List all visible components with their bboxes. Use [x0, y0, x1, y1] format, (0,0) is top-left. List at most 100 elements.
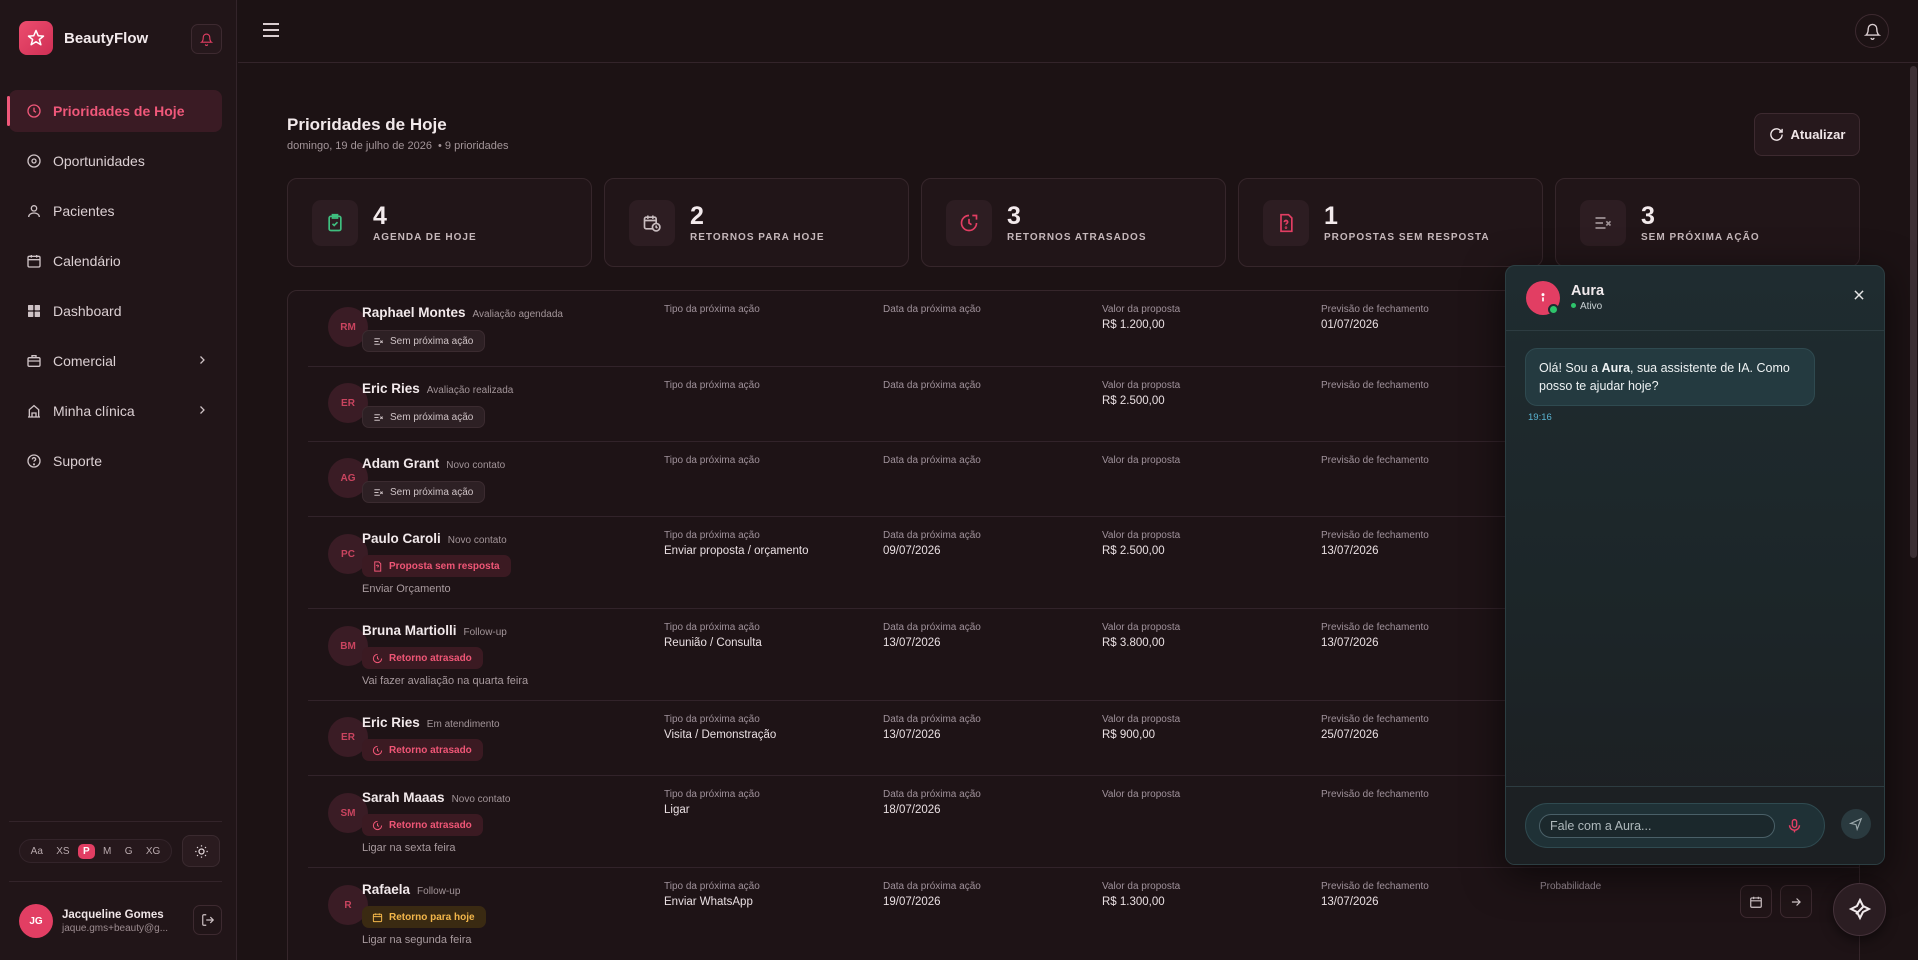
- patient-stage: Avaliação agendada: [472, 309, 563, 320]
- patient-stage: Novo contato: [447, 535, 507, 546]
- proposal-value: R$ 1.300,00: [1102, 896, 1165, 908]
- sidebar-item-label: Minha clínica: [53, 403, 135, 419]
- sidebar-item-suporte[interactable]: Suporte: [9, 440, 222, 482]
- kpi-agenda-hoje[interactable]: 4 AGENDA DE HOJE: [287, 178, 592, 267]
- col-label-next-date: Data da próxima ação: [883, 380, 981, 391]
- sidebar-item-label: Oportunidades: [53, 153, 145, 169]
- sun-icon: [194, 844, 208, 858]
- sidebar-item-pacientes[interactable]: Pacientes: [9, 190, 222, 232]
- chat-footer: [1506, 786, 1884, 864]
- proposal-value: R$ 2.500,00: [1102, 545, 1165, 557]
- mic-button[interactable]: [1786, 817, 1803, 840]
- col-label-next-date: Data da próxima ação: [883, 530, 981, 541]
- sidebar-item-label: Comercial: [53, 353, 117, 369]
- table-row[interactable]: R Rafaela Follow-up Retorno para hoje Lig…: [308, 868, 1859, 960]
- proposal-value: R$ 1.200,00: [1102, 319, 1165, 331]
- star-logo-icon: [19, 21, 53, 55]
- sidebar-item-calendario[interactable]: Calendário: [9, 240, 222, 282]
- user-icon: [25, 202, 43, 220]
- col-label-closing: Previsão de fechamento: [1321, 530, 1429, 541]
- building-icon: [25, 402, 43, 420]
- patient-note: Ligar na segunda feira: [362, 934, 472, 946]
- priority-count: • 9 prioridades: [438, 140, 509, 152]
- divider: [9, 821, 222, 822]
- col-label-next-date: Data da próxima ação: [883, 455, 981, 466]
- font-size-m[interactable]: M: [98, 844, 116, 859]
- brand[interactable]: BeautyFlow: [19, 21, 148, 55]
- kpi-retornos-atrasados[interactable]: 3 RETORNOS ATRASADOS: [921, 178, 1226, 267]
- patient-name[interactable]: Sarah Maaas: [362, 790, 445, 805]
- closing-value: 13/07/2026: [1321, 545, 1379, 557]
- kpi-retornos-hoje[interactable]: 2 RETORNOS PARA HOJE: [604, 178, 909, 267]
- logout-button[interactable]: [193, 905, 222, 935]
- font-size-p[interactable]: P: [77, 843, 95, 859]
- patient-name[interactable]: Paulo Caroli: [362, 531, 441, 546]
- sidebar-notifications-button[interactable]: [191, 24, 222, 54]
- chat-input[interactable]: [1539, 814, 1775, 838]
- patient-name-group: Sarah Maaas Novo contato: [362, 790, 511, 805]
- sidebar-item-comercial[interactable]: Comercial: [9, 340, 222, 382]
- patient-name[interactable]: Rafaela: [362, 882, 410, 897]
- sidebar-item-oportunidades[interactable]: Oportunidades: [9, 140, 222, 182]
- patient-name-group: Eric Ries Avaliação realizada: [362, 381, 513, 396]
- closing-value: 01/07/2026: [1321, 319, 1379, 331]
- kpi-propostas-sem-resposta[interactable]: 1 PROPOSTAS SEM RESPOSTA: [1238, 178, 1543, 267]
- user-profile[interactable]: JG Jacqueline Gomes jaque.gms+beauty@g..…: [19, 904, 168, 938]
- divider: [9, 881, 222, 882]
- col-label-next-date: Data da próxima ação: [883, 304, 981, 315]
- list-x-icon: [374, 337, 383, 345]
- open-button[interactable]: [1780, 885, 1812, 918]
- sidebar-item-prioridades[interactable]: Prioridades de Hoje: [7, 90, 222, 132]
- chat-header: Aura Ativo: [1506, 266, 1884, 331]
- font-size-xg[interactable]: XG: [141, 844, 165, 859]
- patient-name[interactable]: Adam Grant: [362, 456, 439, 471]
- patient-name[interactable]: Bruna Martiolli: [362, 623, 457, 638]
- menu-toggle-button[interactable]: [262, 22, 280, 43]
- next-date-value: 09/07/2026: [883, 545, 941, 557]
- col-label-closing: Previsão de fechamento: [1321, 881, 1429, 892]
- col-label-proposal: Valor da proposta: [1102, 304, 1181, 315]
- next-type-value: Enviar proposta / orçamento: [664, 545, 809, 557]
- badge-label: Sem próxima ação: [390, 486, 474, 498]
- notifications-button[interactable]: [1855, 14, 1889, 48]
- patient-note: Ligar na sexta feira: [362, 842, 456, 854]
- list-x-icon: [374, 488, 383, 496]
- ai-chat-panel: Aura Ativo Olá! Sou a Aura, sua assisten…: [1505, 265, 1885, 865]
- patient-name[interactable]: Eric Ries: [362, 715, 420, 730]
- send-button[interactable]: [1841, 809, 1871, 839]
- font-size-g[interactable]: G: [120, 844, 138, 859]
- kpi-sem-proxima-acao[interactable]: 3 SEM PRÓXIMA AÇÃO: [1555, 178, 1860, 267]
- theme-toggle-button[interactable]: [182, 835, 220, 867]
- font-size-xs[interactable]: XS: [51, 844, 74, 859]
- kpi-label: SEM PRÓXIMA AÇÃO: [1641, 232, 1760, 243]
- refresh-button[interactable]: Atualizar: [1754, 113, 1860, 156]
- close-chat-button[interactable]: [1852, 288, 1866, 307]
- badge-label: Retorno atrasado: [389, 819, 472, 831]
- kpi-cards: 4 AGENDA DE HOJE 2 RETORNOS PARA HOJE 3 RET…: [287, 178, 1860, 267]
- sidebar-item-dashboard[interactable]: Dashboard: [9, 290, 222, 332]
- status-badge: Sem próxima ação: [362, 330, 486, 352]
- ai-assistant-fab[interactable]: [1833, 883, 1886, 936]
- sidebar-item-label: Dashboard: [53, 303, 122, 319]
- patient-name[interactable]: Eric Ries: [362, 381, 420, 396]
- font-size-label: Aa: [30, 845, 43, 857]
- bell-icon: [1863, 23, 1881, 40]
- clock-alert-icon: [372, 653, 383, 663]
- message-text: Olá! Sou a: [1539, 361, 1602, 375]
- sidebar-item-minha-clinica[interactable]: Minha clínica: [9, 390, 222, 432]
- scrollbar-thumb[interactable]: [1910, 66, 1917, 558]
- col-label-probability: Probabilidade: [1540, 881, 1602, 892]
- page-title: Prioridades de Hoje: [287, 115, 447, 134]
- sidebar: BeautyFlow Prioridades de Hoje Oportunid…: [0, 0, 237, 960]
- next-type-value: Reunião / Consulta: [664, 637, 762, 649]
- col-label-proposal: Valor da proposta: [1102, 380, 1181, 391]
- file-question-icon: [1263, 199, 1309, 246]
- patient-stage: Avaliação realizada: [426, 385, 514, 396]
- next-type-value: Ligar: [664, 804, 690, 816]
- col-label-proposal: Valor da proposta: [1102, 714, 1181, 725]
- kpi-label: AGENDA DE HOJE: [373, 232, 477, 243]
- schedule-button[interactable]: [1740, 885, 1772, 918]
- info-icon: [1541, 293, 1545, 302]
- help-icon: [25, 452, 43, 470]
- patient-name[interactable]: Raphael Montes: [362, 305, 466, 320]
